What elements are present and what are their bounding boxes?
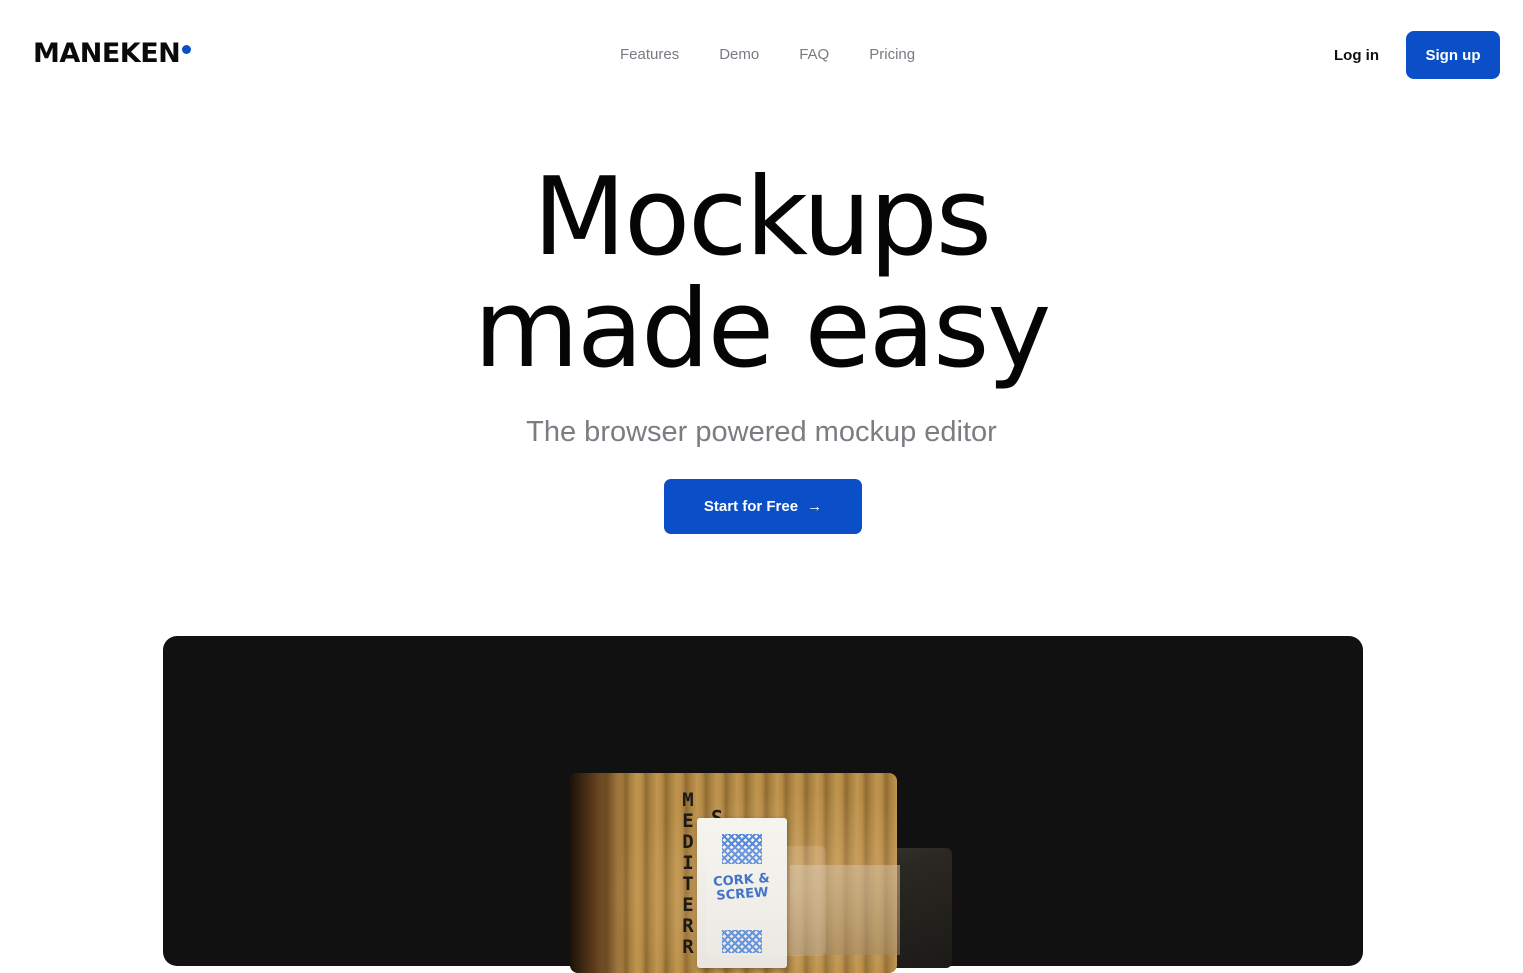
site-header: MANEKEN Features Demo FAQ Pricing Log in… [0, 0, 1523, 110]
arrow-right-icon: → [807, 498, 823, 515]
main-nav: Features Demo FAQ Pricing [620, 45, 915, 65]
hero-title: Mockups made easy [0, 162, 1523, 386]
glass-overlay [706, 846, 826, 956]
hero-title-line-1: Mockups [532, 155, 992, 280]
nav-link-demo[interactable]: Demo [719, 45, 759, 65]
brand-logo[interactable]: MANEKEN [33, 38, 181, 70]
start-for-free-button[interactable]: Start for Free → [664, 479, 862, 534]
login-link[interactable]: Log in [1334, 46, 1379, 66]
nav-link-faq[interactable]: FAQ [799, 45, 829, 65]
signup-button[interactable]: Sign up [1406, 31, 1500, 79]
container-vertical-text: MEDITERR [682, 789, 694, 958]
hero-title-line-2: made easy [473, 267, 1052, 392]
nav-link-features[interactable]: Features [620, 45, 679, 65]
brand-logo-dot [182, 45, 191, 54]
cta-label: Start for Free [703, 498, 799, 515]
hero-subtitle: The browser powered mockup editor [526, 416, 997, 448]
nav-link-pricing[interactable]: Pricing [869, 45, 915, 65]
container-lettering: MEDITERR [680, 790, 696, 958]
